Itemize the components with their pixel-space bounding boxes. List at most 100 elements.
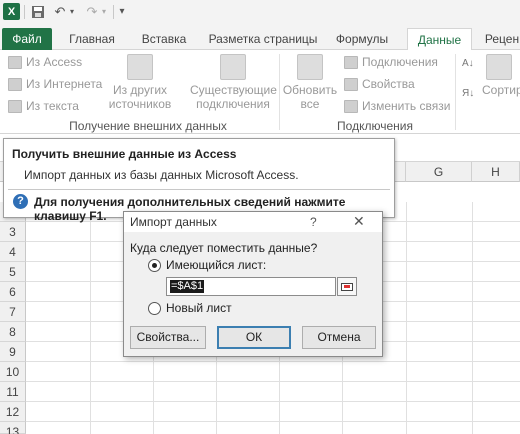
group-divider (279, 54, 280, 130)
new-sheet-radio[interactable] (148, 302, 161, 315)
customize-toolbar-icon[interactable]: ▾ (117, 3, 127, 20)
existing-connections-button[interactable]: Существующие подключения (190, 54, 277, 111)
properties-label: Свойства (362, 77, 415, 91)
screen-tip: Получить внешние данные из Access Импорт… (3, 138, 395, 223)
excel-logo-icon: X (3, 3, 20, 20)
gridline (26, 401, 520, 402)
row-header[interactable]: 10 (0, 362, 26, 382)
gridline (26, 361, 520, 362)
sort-button[interactable]: Сортир (482, 54, 520, 97)
tooltip-divider (8, 189, 390, 190)
database-icon (127, 54, 153, 80)
row-header[interactable]: 6 (0, 282, 26, 302)
from-other-line1: Из других (112, 83, 168, 97)
row-header[interactable]: 3 (0, 222, 26, 242)
sort-za-button[interactable]: Я↓ (462, 88, 474, 99)
gridline (406, 202, 407, 434)
gridline (90, 202, 91, 434)
group-divider (455, 54, 456, 130)
connections-icon (220, 54, 246, 80)
range-select-arrow-icon (344, 285, 350, 288)
close-button[interactable]: ✕ (353, 213, 365, 230)
dialog-title: Импорт данных (130, 215, 217, 229)
row-header[interactable]: 11 (0, 382, 26, 402)
from-other-sources-button[interactable]: Из других источников (104, 54, 176, 111)
refresh-line1: Обновить (282, 83, 338, 97)
redo-dropdown-icon[interactable]: ▾ (100, 3, 108, 20)
quick-access-toolbar: X ↶ ▾ ↷ ▾ ▾ (0, 0, 520, 24)
new-sheet-label[interactable]: Новый лист (166, 301, 232, 315)
refresh-all-button[interactable]: Обновить все (282, 54, 338, 111)
globe-icon (8, 77, 22, 91)
properties-icon (344, 77, 358, 91)
refresh-icon (297, 54, 323, 80)
collapse-dialog-button[interactable] (337, 277, 357, 296)
properties-dialog-button[interactable]: Свойства... (130, 326, 206, 349)
tooltip-title: Получить внешние данные из Access (12, 147, 237, 161)
edit-links-label: Изменить связи (362, 99, 451, 113)
connections-button[interactable]: Подключения (344, 55, 438, 69)
row-header[interactable]: 12 (0, 402, 26, 422)
access-icon (8, 55, 22, 69)
from-other-line2: источников (108, 97, 172, 111)
from-access-label: Из Access (26, 55, 83, 69)
from-text-label: Из текста (26, 99, 79, 113)
properties-button[interactable]: Свойства (344, 77, 415, 91)
gridline (26, 381, 520, 382)
row-header[interactable]: 7 (0, 302, 26, 322)
row-header[interactable]: 5 (0, 262, 26, 282)
toolbar-divider (113, 5, 114, 19)
group-label-connections: Подключения (337, 119, 413, 133)
group-label-get-external: Получение внешних данных (69, 119, 227, 133)
connections-small-icon (344, 55, 358, 69)
reference-value: =$A$1 (170, 280, 205, 293)
gridline (26, 421, 520, 422)
column-header-g[interactable]: G (406, 162, 472, 182)
help-button[interactable]: ? (310, 215, 317, 229)
row-header[interactable]: 9 (0, 342, 26, 362)
row-header[interactable]: 4 (0, 242, 26, 262)
save-icon[interactable] (30, 3, 46, 20)
reference-input[interactable]: =$A$1 (166, 277, 336, 296)
tab-page-layout[interactable]: Разметка страницы (204, 28, 322, 50)
import-data-dialog: Импорт данных ? ✕ Куда следует поместить… (123, 211, 383, 357)
undo-dropdown-icon[interactable]: ▾ (68, 3, 76, 20)
sort-icon (486, 54, 512, 80)
radio-selected-dot (152, 263, 157, 268)
tab-review[interactable]: Рецен (482, 28, 520, 50)
ok-button[interactable]: ОК (217, 326, 291, 349)
tooltip-description: Импорт данных из базы данных Microsoft A… (24, 168, 299, 182)
from-access-button[interactable]: Из Access (8, 55, 82, 69)
row-header[interactable]: 8 (0, 322, 26, 342)
undo-icon[interactable]: ↶ (52, 3, 68, 20)
edit-links-button[interactable]: Изменить связи (344, 99, 450, 113)
ribbon-tabs: Файл Главная Вставка Разметка страницы Ф… (0, 24, 520, 51)
dialog-prompt: Куда следует поместить данные? (130, 241, 318, 255)
sort-az-button[interactable]: A↓ (462, 58, 474, 69)
sort-label: Сортир (482, 83, 520, 97)
existing-line1: Существующие (190, 83, 277, 97)
tab-home[interactable]: Главная (62, 28, 122, 50)
ribbon: Из Access Из Интернета Из текста Из друг… (0, 50, 520, 134)
column-header-h[interactable]: H (472, 162, 520, 182)
from-text-button[interactable]: Из текста (8, 99, 79, 113)
dialog-titlebar[interactable]: Импорт данных ? ✕ (124, 212, 382, 232)
existing-line2: подключения (196, 97, 270, 111)
tab-insert[interactable]: Вставка (132, 28, 196, 50)
tab-formulas[interactable]: Формулы (331, 28, 393, 50)
gridline (472, 202, 473, 434)
link-icon (344, 99, 358, 113)
from-web-button[interactable]: Из Интернета (8, 77, 102, 91)
redo-icon[interactable]: ↷ (84, 3, 100, 20)
toolbar-divider (24, 5, 25, 19)
existing-sheet-label[interactable]: Имеющийся лист: (166, 258, 266, 272)
existing-sheet-radio[interactable] (148, 259, 161, 272)
row-header[interactable]: 13 (0, 422, 26, 434)
cancel-button[interactable]: Отмена (302, 326, 376, 349)
from-web-label: Из Интернета (26, 77, 103, 91)
tab-data[interactable]: Данные (407, 28, 472, 51)
refresh-line2: все (300, 97, 320, 111)
tab-file[interactable]: Файл (2, 28, 52, 50)
text-file-icon (8, 99, 22, 113)
connections-label: Подключения (362, 55, 438, 69)
